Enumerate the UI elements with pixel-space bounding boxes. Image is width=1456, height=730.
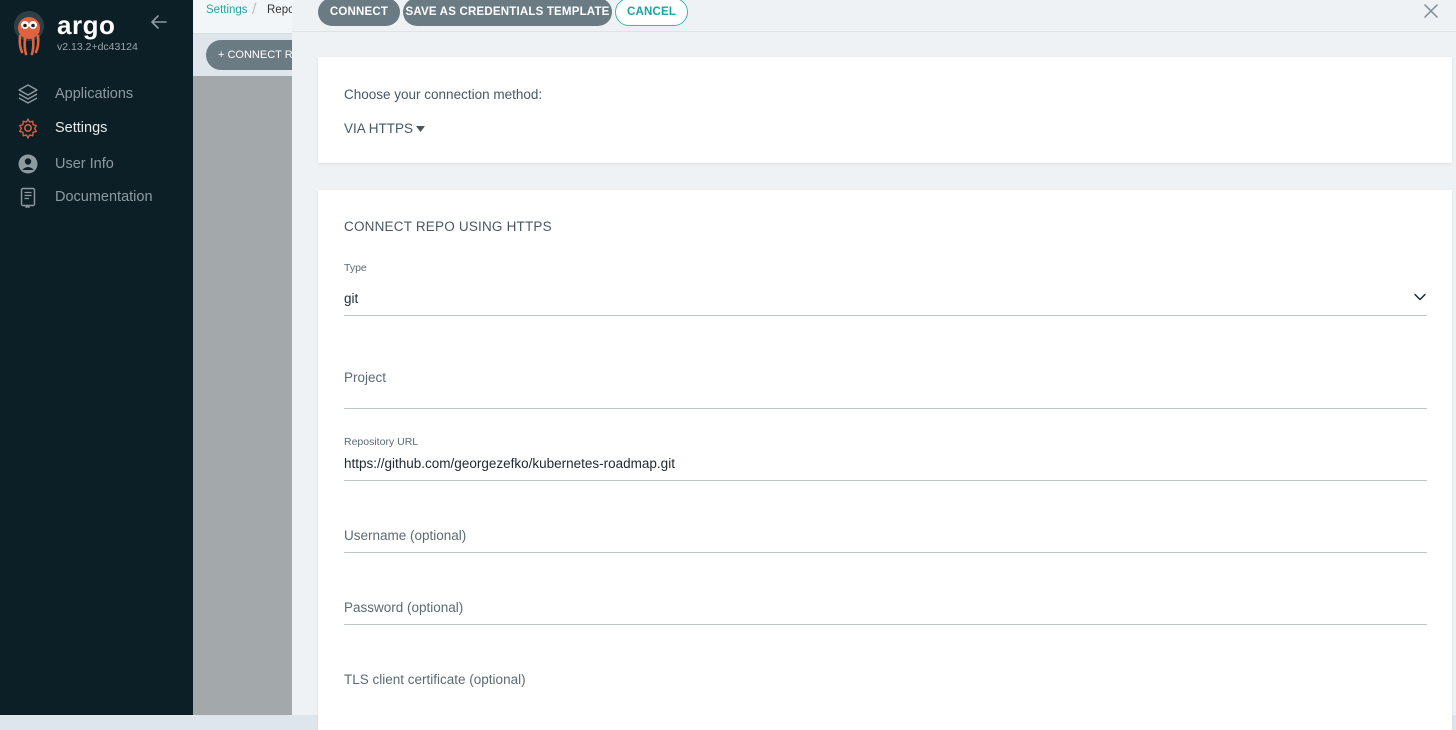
tls-client-certificate-placeholder: TLS client certificate (optional) [344, 672, 526, 687]
sidebar-item-user-info[interactable]: User Info [17, 152, 114, 176]
sidebar-item-label: Documentation [55, 189, 153, 205]
sidebar-item-applications[interactable]: Applications [17, 82, 133, 106]
type-value: git [344, 291, 359, 306]
sidebar-item-settings[interactable]: Settings [17, 116, 107, 140]
version-label: v2.13.2+dc43124 [57, 41, 138, 53]
connect-repo-panel: CONNECT SAVE AS CREDENTIALS TEMPLATE CAN… [292, 0, 1456, 730]
breadcrumb-settings[interactable]: Settings [206, 4, 248, 16]
breadcrumb-separator: / [252, 1, 257, 18]
username-underline [344, 552, 1427, 553]
collapse-sidebar-arrow-icon[interactable] [150, 13, 168, 31]
connect-button[interactable]: CONNECT [318, 0, 400, 26]
form-title: CONNECT REPO USING HTTPS [344, 219, 552, 234]
book-icon [17, 186, 39, 208]
type-underline [344, 315, 1427, 316]
project-placeholder: Project [344, 370, 387, 385]
project-input[interactable]: Project [344, 368, 1427, 410]
logo-text: argo [57, 10, 116, 40]
close-icon[interactable] [1423, 3, 1439, 19]
repository-url-label: Repository URL [344, 436, 419, 448]
connection-method-card: Choose your connection method: VIA HTTPS [318, 57, 1452, 163]
sidebar: argo v2.13.2+dc43124 Applications Settin… [0, 0, 193, 715]
password-underline [344, 624, 1427, 625]
save-as-credentials-template-button[interactable]: SAVE AS CREDENTIALS TEMPLATE [403, 0, 612, 26]
repository-url-value: https://github.com/georgezefko/kubernete… [344, 456, 675, 471]
connection-method-label: Choose your connection method: [344, 87, 543, 102]
user-icon [17, 153, 39, 175]
argo-octopus-logo-icon [14, 11, 44, 56]
repository-url-underline [344, 480, 1427, 481]
project-underline [344, 408, 1427, 409]
repository-url-input[interactable]: Repository URL https://github.com/george… [344, 436, 1427, 482]
username-input[interactable]: Username (optional) [344, 527, 1427, 554]
type-label: Type [344, 262, 367, 274]
sidebar-item-label: User Info [55, 156, 114, 172]
sidebar-item-documentation[interactable]: Documentation [17, 185, 153, 209]
sidebar-item-label: Settings [55, 120, 108, 136]
tls-client-certificate-input[interactable]: TLS client certificate (optional) [344, 671, 1427, 698]
panel-header: CONNECT SAVE AS CREDENTIALS TEMPLATE CAN… [292, 0, 1456, 32]
cancel-button[interactable]: CANCEL [615, 0, 688, 26]
connect-repo-form-card: CONNECT REPO USING HTTPS Type git Projec… [318, 190, 1452, 730]
password-input[interactable]: Password (optional) [344, 599, 1427, 626]
modal-overlay[interactable] [193, 76, 303, 715]
connection-method-value: VIA HTTPS [344, 121, 414, 136]
type-select-field[interactable]: Type git [344, 262, 1427, 317]
sidebar-item-label: Applications [55, 86, 134, 102]
chevron-down-icon[interactable] [1413, 290, 1427, 304]
username-placeholder: Username (optional) [344, 528, 467, 543]
gear-icon [17, 117, 39, 139]
password-placeholder: Password (optional) [344, 600, 464, 615]
caret-down-icon [416, 125, 426, 132]
layers-icon [17, 83, 39, 105]
breadcrumb-repositories: Repo [267, 4, 295, 16]
connection-method-dropdown[interactable]: VIA HTTPS [344, 121, 426, 136]
